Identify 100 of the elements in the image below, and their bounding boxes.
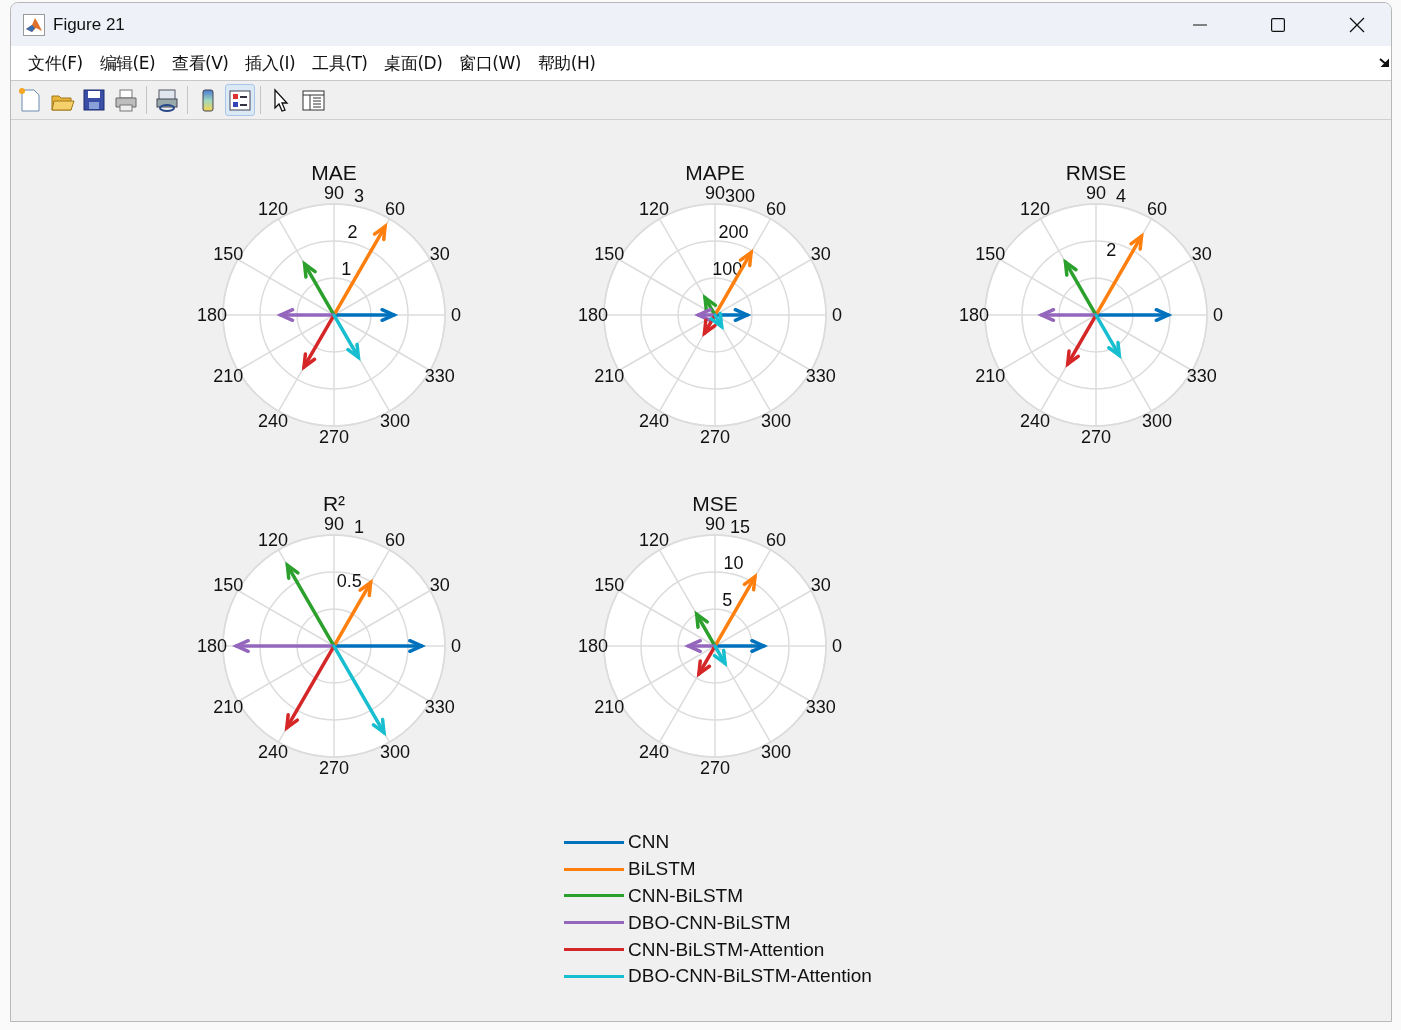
angle-label: 300 — [380, 410, 410, 431]
chart-title: RMSE — [1065, 161, 1127, 184]
angle-label: 240 — [639, 410, 669, 431]
angle-label: 0 — [1213, 305, 1223, 325]
menu-item[interactable]: 查看(V) — [163, 51, 237, 75]
angle-label: 270 — [319, 427, 349, 447]
radius-label: 2 — [347, 222, 358, 243]
chart-title: MAPE — [685, 161, 745, 184]
close-icon — [1349, 16, 1365, 33]
angle-label: 330 — [805, 366, 836, 386]
minimize-button[interactable] — [1193, 23, 1207, 26]
menu-item[interactable]: 桌面(D) — [375, 51, 451, 75]
angle-label: 30 — [1191, 244, 1212, 264]
dock-arrow-icon — [1379, 58, 1391, 68]
angle-label: 120 — [258, 530, 288, 551]
angle-label: 150 — [594, 244, 625, 264]
angle-label: 210 — [594, 366, 625, 386]
menu-item[interactable]: 编辑(E) — [90, 51, 164, 75]
angle-label: 90 — [705, 514, 725, 534]
angle-label: 270 — [700, 427, 730, 447]
legend-label: CNN-BiLSTM-Attention — [628, 938, 825, 961]
radius-label: 1 — [341, 258, 352, 279]
angle-label: 150 — [213, 244, 244, 264]
angle-label: 300 — [1142, 410, 1172, 431]
legend-label: DBO-CNN-BiLSTM — [628, 911, 791, 934]
angle-label: 150 — [213, 575, 244, 595]
angle-label: 90 — [705, 183, 725, 203]
legend-label: CNN-BiLSTM — [628, 885, 744, 907]
printer-link-icon — [154, 87, 180, 113]
radius-label: 5 — [722, 589, 733, 610]
legend-icon — [227, 87, 253, 113]
radius-label: 15 — [730, 516, 751, 537]
angle-label: 330 — [1186, 366, 1217, 386]
angle-label: 270 — [319, 758, 349, 778]
angle-label: 0 — [451, 636, 461, 656]
new-file-icon — [17, 87, 43, 113]
angle-label: 210 — [213, 366, 244, 386]
angle-label: 210 — [213, 697, 244, 717]
angle-label: 240 — [258, 410, 288, 431]
maximize-icon — [1271, 17, 1285, 32]
radius-label: 4 — [1116, 185, 1126, 206]
radius-label: 10 — [723, 553, 744, 574]
angle-label: 120 — [1020, 199, 1050, 220]
radius-label: 1 — [354, 516, 364, 537]
angle-label: 150 — [975, 244, 1006, 264]
legend-label: DBO-CNN-BiLSTM-Attention — [628, 965, 872, 988]
angle-label: 120 — [258, 199, 288, 220]
toolbar-button[interactable] — [225, 84, 255, 116]
angle-label: 210 — [975, 366, 1006, 386]
angle-label: 60 — [1147, 199, 1167, 220]
radius-label: 300 — [725, 185, 756, 206]
radius-label: 3 — [354, 185, 364, 206]
minimize-icon — [1193, 23, 1207, 26]
angle-label: 30 — [429, 575, 450, 595]
angle-label: 90 — [324, 183, 344, 203]
angle-label: 90 — [324, 514, 344, 534]
angle-label: 30 — [810, 244, 831, 264]
menu-item[interactable]: 工具(T) — [303, 51, 376, 75]
angle-label: 240 — [258, 741, 288, 762]
close-button[interactable] — [1349, 16, 1365, 33]
angle-label: 120 — [639, 199, 669, 220]
menu-item[interactable]: 插入(I) — [236, 51, 304, 75]
maximize-button[interactable] — [1271, 17, 1285, 32]
angle-label: 30 — [429, 244, 450, 264]
angle-label: 90 — [1086, 183, 1106, 203]
angle-label: 0 — [451, 305, 461, 325]
radius-label: 0.5 — [336, 571, 362, 592]
angle-label: 120 — [639, 530, 669, 551]
angle-label: 180 — [197, 305, 227, 325]
angle-label: 60 — [766, 530, 786, 551]
angle-label: 150 — [594, 575, 625, 595]
angle-label: 30 — [810, 575, 831, 595]
angle-label: 0 — [832, 636, 842, 656]
angle-label: 0 — [832, 305, 842, 325]
window-title: Figure 21 — [53, 14, 126, 35]
chart-title: MSE — [692, 492, 738, 515]
angle-label: 300 — [761, 410, 791, 431]
menu-item[interactable]: 帮助(H) — [528, 51, 604, 75]
legend-label: BiLSTM — [628, 858, 696, 881]
angle-label: 270 — [1081, 427, 1111, 447]
angle-label: 270 — [700, 758, 730, 778]
angle-label: 330 — [424, 366, 455, 386]
printer-icon — [113, 87, 139, 113]
menu-item[interactable]: 窗口(W) — [450, 51, 529, 75]
radius-label: 2 — [1106, 240, 1117, 261]
chart-title: MAE — [311, 161, 357, 184]
angle-label: 60 — [385, 199, 405, 220]
legend-label: CNN — [628, 831, 670, 854]
chart-title: R² — [322, 492, 346, 515]
angle-label: 180 — [959, 305, 989, 325]
angle-label: 240 — [639, 741, 669, 762]
angle-label: 180 — [578, 636, 608, 656]
menu-item[interactable]: 文件(F) — [19, 51, 91, 75]
angle-label: 330 — [424, 697, 455, 717]
angle-label: 300 — [761, 741, 791, 762]
angle-label: 60 — [385, 530, 405, 551]
matlab-logo-icon — [23, 13, 45, 36]
angle-label: 330 — [805, 697, 836, 717]
radius-label: 200 — [718, 222, 749, 243]
angle-label: 180 — [578, 305, 608, 325]
